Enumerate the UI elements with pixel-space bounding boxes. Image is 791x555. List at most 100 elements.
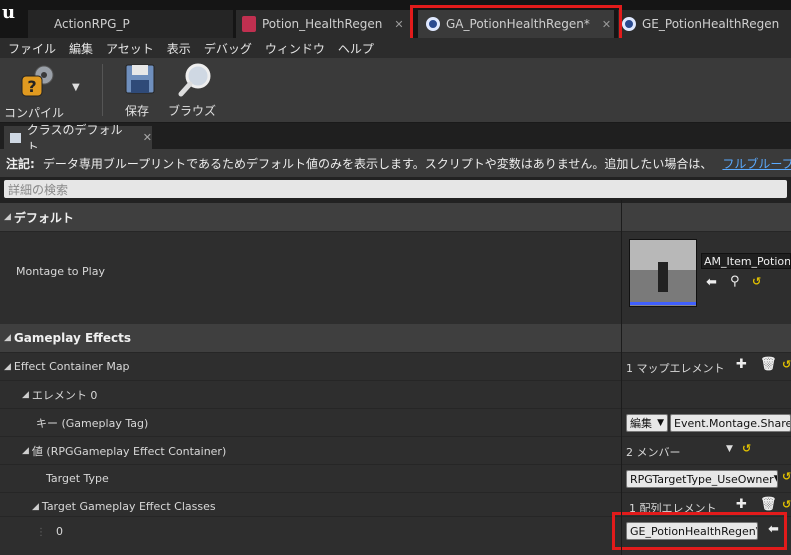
browse-magnifier-icon[interactable]: ⚲ — [730, 274, 740, 289]
reset-to-default-icon[interactable]: ↺ — [742, 442, 751, 455]
chevron-down-icon: ▼ — [774, 474, 777, 484]
collapse-triangle-icon[interactable]: ◢ — [4, 362, 11, 372]
gameplay-tag-field[interactable]: Event.Montage.Shared — [670, 414, 791, 432]
toolbar-separator — [102, 64, 103, 116]
target-type-dropdown[interactable]: RPGTargetType_UseOwner▼ — [626, 470, 778, 488]
menu-asset[interactable]: アセット — [106, 40, 154, 57]
array-index-0-row: ⋮ 0 GE_PotionHealthRegen▼ ⬅ — [0, 512, 791, 555]
tag-value: Event.Montage.Shared — [674, 416, 791, 430]
close-icon[interactable]: ✕ — [394, 18, 403, 31]
montage-asset-name: AM_Item_Potion — [704, 254, 791, 268]
search-placeholder: 詳細の検索 — [8, 182, 69, 197]
property-label: 値 (RPGGameplay Effect Container) — [31, 444, 227, 458]
menu-edit[interactable]: 編集 — [69, 40, 93, 57]
menu-window[interactable]: ウィンドウ — [265, 40, 325, 57]
map-element-count: 1 マップエレメント — [626, 362, 725, 375]
tab-label: ActionRPG_P — [54, 17, 130, 31]
chevron-down-icon: ▼ — [657, 418, 664, 428]
character-figure — [658, 262, 668, 292]
compile-icon: ? — [21, 65, 54, 97]
menu-debug[interactable]: デバッグ — [204, 40, 252, 57]
notice-prefix: 注記: — [6, 156, 35, 171]
notice-text: データ専用ブループリントであるためデフォルト値のみを表示します。スクリプトや変数… — [42, 156, 713, 171]
compile-button[interactable]: ? コンパイル — [4, 62, 64, 120]
reset-to-default-icon[interactable]: ↺ — [782, 358, 791, 371]
add-element-icon[interactable]: ✚ — [736, 497, 747, 512]
data-asset-icon — [242, 16, 256, 32]
element-0-row: ◢ エレメント 0 — [0, 380, 791, 408]
edit-tag-dropdown[interactable]: 編集 ▼ — [626, 414, 668, 432]
category-default[interactable]: ◢ デフォルト — [0, 203, 791, 231]
menu-bar: ファイル 編集 アセット 表示 デバッグ ウィンドウ ヘルプ — [0, 38, 791, 58]
details-tab-bar: クラスのデフォルト ✕ — [0, 123, 791, 154]
highlight-box-effect-class — [612, 512, 787, 550]
collapse-triangle-icon[interactable]: ◢ — [22, 390, 29, 400]
details-search-input[interactable]: 詳細の検索 — [4, 180, 787, 198]
save-label: 保存 — [124, 104, 149, 118]
collapse-triangle-icon: ◢ — [4, 212, 11, 222]
details-icon — [10, 132, 21, 143]
compile-options-chevron-down-icon[interactable]: ▼ — [72, 82, 80, 93]
reset-to-default-icon[interactable]: ↺ — [752, 275, 761, 288]
member-count: 2 メンバー — [626, 446, 681, 459]
property-label-wrap: ◢ Effect Container Map — [4, 353, 130, 380]
menu-file[interactable]: ファイル — [8, 40, 56, 57]
toolbar: ? コンパイル ▼ 保存 ブラウズ — [0, 58, 791, 123]
menu-help[interactable]: ヘルプ — [338, 40, 374, 57]
unreal-logo-icon: u — [2, 2, 16, 23]
save-icon — [125, 64, 154, 94]
collapse-triangle-icon: ◢ — [4, 333, 11, 343]
target-type-value: RPGTargetType_UseOwner — [630, 472, 774, 486]
save-button[interactable]: 保存 — [115, 62, 159, 120]
property-label: Effect Container Map — [13, 360, 130, 373]
open-full-blueprint-editor-link[interactable]: フルブループリントエディタを開く — [722, 155, 791, 172]
browse-button[interactable]: ブラウズ — [166, 62, 218, 120]
chevron-down-icon[interactable]: ▼ — [726, 444, 733, 454]
trash-icon[interactable]: 🗑 — [760, 357, 777, 372]
magnifier-icon — [178, 63, 211, 97]
montage-thumbnail[interactable] — [629, 239, 697, 307]
tab-potion-healthregen[interactable]: Potion_HealthRegen ✕ — [236, 10, 411, 38]
compile-label: コンパイル — [4, 106, 65, 120]
category-title: デフォルト — [13, 210, 74, 225]
add-element-icon[interactable]: ✚ — [736, 357, 747, 372]
drag-handle-icon[interactable]: ⋮ — [36, 527, 46, 538]
property-label: Target Gameplay Effect Classes — [41, 500, 216, 513]
blueprint-icon — [622, 17, 636, 31]
reset-to-default-icon[interactable]: ↺ — [782, 498, 791, 511]
tab-class-defaults[interactable]: クラスのデフォルト ✕ — [4, 123, 152, 154]
category-title: Gameplay Effects — [13, 331, 131, 345]
tab-ge-potionhealthregen[interactable]: GE_PotionHealthRegen — [618, 10, 791, 38]
document-tab-bar: u ActionRPG_P Potion_HealthRegen ✕ GA_Po… — [0, 0, 791, 45]
tab-label: GE_PotionHealthRegen — [642, 17, 780, 31]
collapse-triangle-icon[interactable]: ◢ — [22, 446, 29, 456]
close-icon[interactable]: ✕ — [143, 131, 152, 144]
value-effect-container-row: ◢ 値 (RPGGameplay Effect Container) 2 メンバ… — [0, 436, 791, 464]
effect-container-map-row: ◢ Effect Container Map 1 マップエレメント ✚ 🗑 ↺ — [0, 352, 791, 380]
property-label: キー (Gameplay Tag) — [36, 416, 149, 430]
browse-label: ブラウズ — [167, 104, 216, 118]
key-gameplay-tag-row: キー (Gameplay Tag) 編集 ▼ Event.Montage.Shar… — [0, 408, 791, 436]
tab-actionrpg-p[interactable]: ActionRPG_P — [28, 10, 233, 38]
property-label: エレメント 0 — [31, 388, 98, 402]
use-selected-arrow-icon[interactable]: ⬅ — [706, 275, 717, 290]
property-label: Target Type — [46, 472, 109, 485]
reset-to-default-icon[interactable]: ↺ — [782, 470, 791, 483]
data-only-notice: 注記: データ専用ブループリントであるためデフォルト値のみを表示します。スクリプ… — [0, 149, 791, 177]
edit-label: 編集 — [630, 417, 652, 430]
montage-asset-picker[interactable]: AM_Item_Potion — [701, 253, 791, 269]
property-label-wrap: ◢ エレメント 0 — [22, 381, 97, 408]
thumbnail-underline — [630, 302, 696, 305]
svg-text:?: ? — [27, 77, 36, 96]
category-gameplay-effects[interactable]: ◢ Gameplay Effects — [0, 324, 791, 352]
target-type-row: Target Type RPGTargetType_UseOwner▼ ↺ — [0, 464, 791, 492]
column-divider — [621, 200, 622, 555]
property-label-wrap: ◢ 値 (RPGGameplay Effect Container) — [22, 437, 226, 464]
menu-view[interactable]: 表示 — [167, 40, 191, 57]
array-index-label: 0 — [56, 524, 63, 538]
collapse-triangle-icon[interactable]: ◢ — [32, 502, 39, 512]
trash-icon[interactable]: 🗑 — [760, 497, 777, 512]
property-label: Montage to Play — [16, 264, 105, 278]
tab-label: Potion_HealthRegen — [262, 17, 383, 31]
montage-to-play-row: Montage to Play AM_Item_Potion ⬅ ⚲ ↺ — [0, 231, 791, 324]
